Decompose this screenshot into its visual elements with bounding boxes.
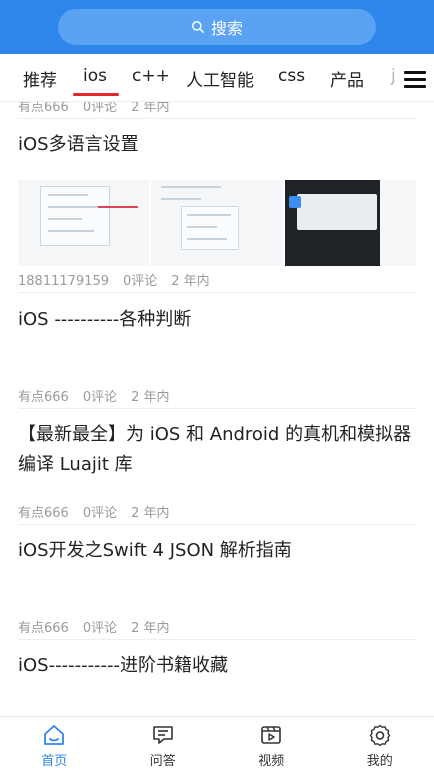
bottom-nav: 首页 问答 视频 我的	[0, 716, 434, 774]
tab-product[interactable]: 产品	[330, 66, 364, 91]
category-tabs: 推荐 ios c++ 人工智能 css 产品 j	[0, 54, 434, 102]
tab-ios[interactable]: ios	[73, 66, 119, 96]
tab-recommend[interactable]: 推荐	[23, 66, 57, 91]
article-feed: 有点666 0评论 2 年内 iOS多语言设置 18811179159 0评论 …	[0, 102, 434, 716]
thumbnail-image	[151, 180, 283, 266]
article-title[interactable]: iOS ----------各种判断	[18, 305, 416, 335]
thumbnail-image	[284, 180, 416, 266]
nav-home[interactable]: 首页	[0, 717, 109, 774]
divider	[18, 118, 416, 119]
divider	[18, 639, 416, 640]
tab-ai[interactable]: 人工智能	[186, 66, 254, 91]
tabs-fade	[380, 54, 400, 101]
tab-css[interactable]: css	[278, 66, 305, 86]
tab-cpp[interactable]: c++	[132, 66, 170, 86]
video-icon	[261, 725, 282, 744]
divider	[18, 292, 416, 293]
article-title[interactable]: 【最新最全】为 iOS 和 Android 的真机和模拟器编译 Luajit 库	[18, 420, 416, 480]
article-meta: 有点666 0评论 2 年内	[18, 102, 170, 115]
search-icon	[192, 21, 204, 33]
menu-icon[interactable]	[404, 71, 426, 89]
article-meta: 有点666 0评论 2 年内	[18, 621, 170, 636]
settings-icon	[369, 724, 390, 746]
search-button[interactable]: 搜索	[58, 9, 376, 45]
article-title[interactable]: iOS多语言设置	[18, 130, 416, 160]
article-title[interactable]: iOS开发之Swift 4 JSON 解析指南	[18, 536, 416, 566]
qa-icon	[152, 725, 173, 744]
divider	[18, 524, 416, 525]
nav-qa[interactable]: 问答	[109, 717, 218, 774]
article-title[interactable]: iOS-----------进阶书籍收藏	[18, 651, 416, 681]
nav-video[interactable]: 视频	[217, 717, 326, 774]
top-bar: 搜索	[0, 0, 434, 54]
home-icon	[44, 724, 65, 745]
nav-me[interactable]: 我的	[326, 717, 434, 774]
article-meta: 18811179159 0评论 2 年内	[18, 274, 210, 289]
search-label: 搜索	[210, 19, 243, 38]
article-meta: 有点666 0评论 2 年内	[18, 390, 170, 405]
thumbnail-image	[18, 180, 150, 266]
article-thumbnails[interactable]	[18, 180, 416, 266]
divider	[18, 408, 416, 409]
article-meta: 有点666 0评论 2 年内	[18, 506, 170, 521]
app: 搜索 推荐 ios c++ 人工智能 css 产品 j 有点6660评论2 年内…	[0, 0, 434, 774]
